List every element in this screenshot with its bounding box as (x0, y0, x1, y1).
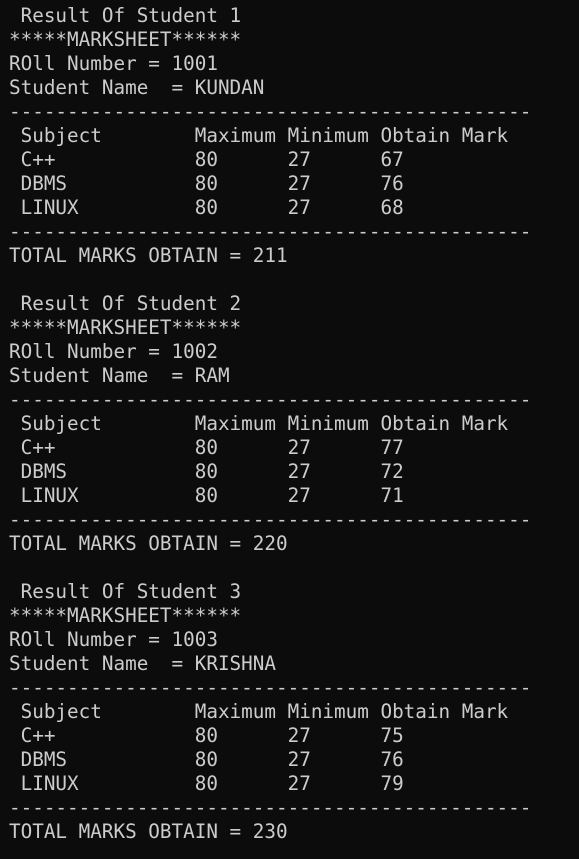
separator-line: ----------------------------------------… (9, 220, 532, 243)
total-marks-line: TOTAL MARKS OBTAIN = 230 (9, 820, 288, 843)
separator-line: ----------------------------------------… (9, 796, 532, 819)
marksheet-banner: *****MARKSHEET****** (9, 28, 242, 51)
subject-row: DBMS 80 27 76 (9, 172, 404, 195)
table-header-line: Subject Maximum Minimum Obtain Mark (9, 124, 509, 147)
total-marks-line: TOTAL MARKS OBTAIN = 211 (9, 244, 288, 267)
result-heading: Result Of Student 1 (9, 4, 242, 27)
student-name-line: Student Name = KUNDAN (9, 76, 265, 99)
separator-line: ----------------------------------------… (9, 388, 532, 411)
student-name-line: Student Name = RAM (9, 364, 230, 387)
subject-row: DBMS 80 27 76 (9, 748, 404, 771)
subject-row: LINUX 80 27 71 (9, 484, 404, 507)
subject-row: C++ 80 27 77 (9, 436, 404, 459)
marksheet-banner: *****MARKSHEET****** (9, 316, 242, 339)
subject-row: LINUX 80 27 79 (9, 772, 404, 795)
separator-line: ----------------------------------------… (9, 508, 532, 531)
table-header-line: Subject Maximum Minimum Obtain Mark (9, 700, 509, 723)
roll-number-line: ROll Number = 1002 (9, 340, 218, 363)
result-heading: Result Of Student 3 (9, 580, 242, 603)
separator-line: ----------------------------------------… (9, 100, 532, 123)
table-header-line: Subject Maximum Minimum Obtain Mark (9, 412, 509, 435)
result-heading: Result Of Student 2 (9, 292, 242, 315)
subject-row: DBMS 80 27 72 (9, 460, 404, 483)
total-marks-line: TOTAL MARKS OBTAIN = 220 (9, 532, 288, 555)
roll-number-line: ROll Number = 1003 (9, 628, 218, 651)
console-output[interactable]: Result Of Student 1 *****MARKSHEET******… (9, 4, 579, 844)
roll-number-line: ROll Number = 1001 (9, 52, 218, 75)
marksheet-banner: *****MARKSHEET****** (9, 604, 242, 627)
subject-row: C++ 80 27 67 (9, 148, 404, 171)
subject-row: LINUX 80 27 68 (9, 196, 404, 219)
student-name-line: Student Name = KRISHNA (9, 652, 276, 675)
subject-row: C++ 80 27 75 (9, 724, 404, 747)
separator-line: ----------------------------------------… (9, 676, 532, 699)
